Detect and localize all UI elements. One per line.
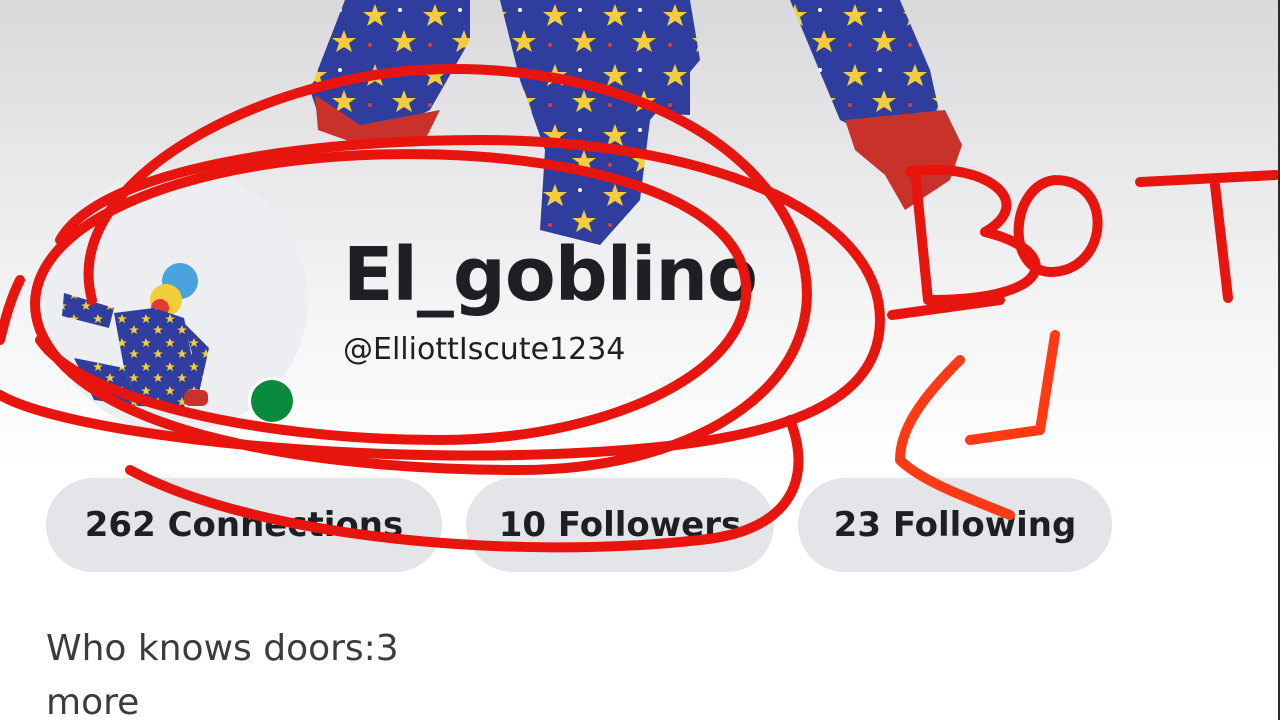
online-status-dot xyxy=(251,380,293,422)
followers-button[interactable]: 10 Followers xyxy=(466,478,774,572)
username: @ElliottIscute1234 xyxy=(343,332,626,367)
display-name: El_goblino xyxy=(343,232,758,318)
profile-page: El_goblino @ElliottIscute1234 262 Connec… xyxy=(0,0,1280,720)
connections-button[interactable]: 262 Connections xyxy=(46,478,442,572)
following-button[interactable]: 23 Following xyxy=(798,478,1112,572)
bio-text: Who knows doors:3 xyxy=(46,628,399,669)
bio-more-link[interactable]: more xyxy=(46,682,139,720)
